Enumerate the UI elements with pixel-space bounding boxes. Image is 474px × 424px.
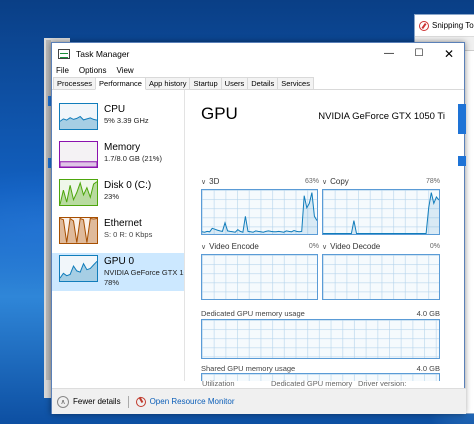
snipping-tool-title: Snipping To <box>432 21 474 30</box>
menu-bar: File Options View <box>52 64 464 77</box>
menu-file[interactable]: File <box>56 66 69 75</box>
chevron-down-icon: ∨ <box>201 243 207 251</box>
sidebar-item-disk[interactable]: Disk 0 (C:) 23% <box>52 177 184 215</box>
mini-graph-3-svg <box>60 218 97 243</box>
memory-mini-graph <box>59 141 98 168</box>
window-title: Task Manager <box>76 48 130 59</box>
performance-content: CPU 5% 3.39 GHz Memory 1.7/8.0 GB (21%) … <box>52 90 466 381</box>
maximize-button[interactable]: ☐ <box>404 43 434 64</box>
tab-users[interactable]: Users <box>220 77 249 89</box>
graph-label: 3D <box>209 177 220 186</box>
engine-selector-video-encode[interactable]: ∨ Video Encode <box>201 242 259 251</box>
graph-label: Video Encode <box>209 242 259 251</box>
sidebar-item-detail: 23% <box>104 192 120 201</box>
dedicated-memory-value: 4.0 GB <box>416 309 440 318</box>
graph-percent: 0% <box>429 243 440 250</box>
sidebar-item-gpu[interactable]: GPU 0 NVIDIA GeForce GTX 105 78% <box>52 253 184 291</box>
graph-copy-line <box>323 192 439 234</box>
engine-selector-copy[interactable]: ∨ Copy <box>322 177 349 186</box>
ethernet-mini-graph <box>59 217 98 244</box>
chevron-down-icon: ∨ <box>322 243 328 251</box>
graph-percent: 63% <box>304 178 319 185</box>
sidebar-item-cpu[interactable]: CPU 5% 3.39 GHz <box>52 101 184 139</box>
chevron-down-icon: ∨ <box>322 178 328 186</box>
graph-copy-svg <box>323 192 439 234</box>
sidebar-item-detail: 5% 3.39 GHz <box>104 116 149 125</box>
tab-bar: Processes Performance App history Startu… <box>52 77 464 90</box>
gpu-model-name: NVIDIA GeForce GTX 1050 Ti <box>318 111 445 122</box>
page-title: GPU <box>201 104 238 123</box>
gpu-detail-panel: GPU NVIDIA GeForce GTX 1050 Ti ∨ 3D 63% … <box>185 90 466 381</box>
mini-graph-0-svg <box>60 115 97 129</box>
menu-view[interactable]: View <box>116 66 133 75</box>
dedicated-memory-label: Dedicated GPU memory usage <box>201 309 305 318</box>
tab-app-history[interactable]: App history <box>144 77 191 89</box>
shared-memory-value: 4.0 GB <box>416 364 440 373</box>
engine-selector-3d[interactable]: ∨ 3D <box>201 177 219 186</box>
task-manager-icon <box>58 48 70 59</box>
graph-3d-svg <box>202 192 317 234</box>
tab-processes[interactable]: Processes <box>53 77 97 89</box>
graph-percent: 78% <box>425 178 440 185</box>
driver-version-label: Driver version: <box>358 379 407 388</box>
sidebar-item-ethernet[interactable]: Ethernet S: 0 R: 0 Kbps <box>52 215 184 253</box>
resource-sidebar: CPU 5% 3.39 GHz Memory 1.7/8.0 GB (21%) … <box>52 90 185 381</box>
graph-video-decode <box>322 254 440 300</box>
graph-label: Copy <box>330 177 349 186</box>
sidebar-item-label: CPU <box>104 104 126 115</box>
sidebar-item-detail: 78% <box>104 278 120 287</box>
desktop-window-edge <box>458 156 466 166</box>
desktop-window-edge <box>458 104 466 134</box>
sidebar-item-memory[interactable]: Memory 1.7/8.0 GB (21%) <box>52 139 184 177</box>
close-button[interactable]: ✕ <box>434 43 464 64</box>
mini-graph-2-svg <box>60 181 97 205</box>
sidebar-item-detail: 1.7/8.0 GB (21%) <box>104 154 162 163</box>
graph-copy <box>322 189 440 235</box>
menu-options[interactable]: Options <box>79 66 107 75</box>
cpu-mini-graph <box>59 103 98 130</box>
sidebar-item-label: Ethernet <box>104 218 142 229</box>
mini-graph-memory-svg <box>60 161 97 167</box>
minimize-button[interactable]: — <box>374 43 404 64</box>
disk-mini-graph <box>59 179 98 206</box>
gpu-mini-graph <box>59 255 98 282</box>
tab-performance[interactable]: Performance <box>95 77 146 90</box>
graph-copy-area <box>323 192 439 234</box>
sidebar-item-label: GPU 0 <box>104 256 135 267</box>
graph-3d-area <box>202 192 317 234</box>
footer-bar: ∧ Fewer details Open Resource Monitor <box>52 388 466 414</box>
dedicated-memory-graph <box>201 319 440 359</box>
graph-3d <box>201 189 318 235</box>
shared-memory-label: Shared GPU memory usage <box>201 364 296 373</box>
graph-video-encode <box>201 254 318 300</box>
task-manager-window[interactable]: Task Manager — ☐ ✕ File Options View Pro… <box>51 42 466 414</box>
mini-graph-4-svg <box>60 260 97 281</box>
chevron-up-icon[interactable]: ∧ <box>57 395 69 408</box>
engine-selector-video-decode[interactable]: ∨ Video Decode <box>322 242 380 251</box>
chevron-down-icon: ∨ <box>201 178 207 186</box>
footer-separator <box>127 395 129 408</box>
graph-3d-line <box>202 192 317 233</box>
graph-label: Video Decode <box>330 242 381 251</box>
utilization-label: Utilization <box>202 379 235 388</box>
tab-startup[interactable]: Startup <box>189 77 222 89</box>
sidebar-item-label: Disk 0 (C:) <box>104 180 152 191</box>
sidebar-item-detail: S: 0 R: 0 Kbps <box>104 230 153 239</box>
dedicated-memory-stat-label: Dedicated GPU memory <box>271 379 353 388</box>
open-resource-monitor-link[interactable]: Open Resource Monitor <box>150 397 235 406</box>
titlebar[interactable]: Task Manager — ☐ ✕ <box>52 43 464 64</box>
snipping-tool-icon <box>419 20 429 31</box>
tab-details[interactable]: Details <box>247 77 279 89</box>
tab-services[interactable]: Services <box>277 77 314 89</box>
fewer-details-link[interactable]: Fewer details <box>73 397 121 406</box>
graph-percent: 0% <box>308 243 319 250</box>
resource-monitor-icon <box>135 396 146 407</box>
sidebar-item-label: Memory <box>104 142 141 153</box>
sidebar-item-detail: NVIDIA GeForce GTX 105 <box>104 268 184 277</box>
snipping-tool-titlebar[interactable]: Snipping To <box>415 15 474 37</box>
mini-graph-memory-band <box>60 161 97 167</box>
